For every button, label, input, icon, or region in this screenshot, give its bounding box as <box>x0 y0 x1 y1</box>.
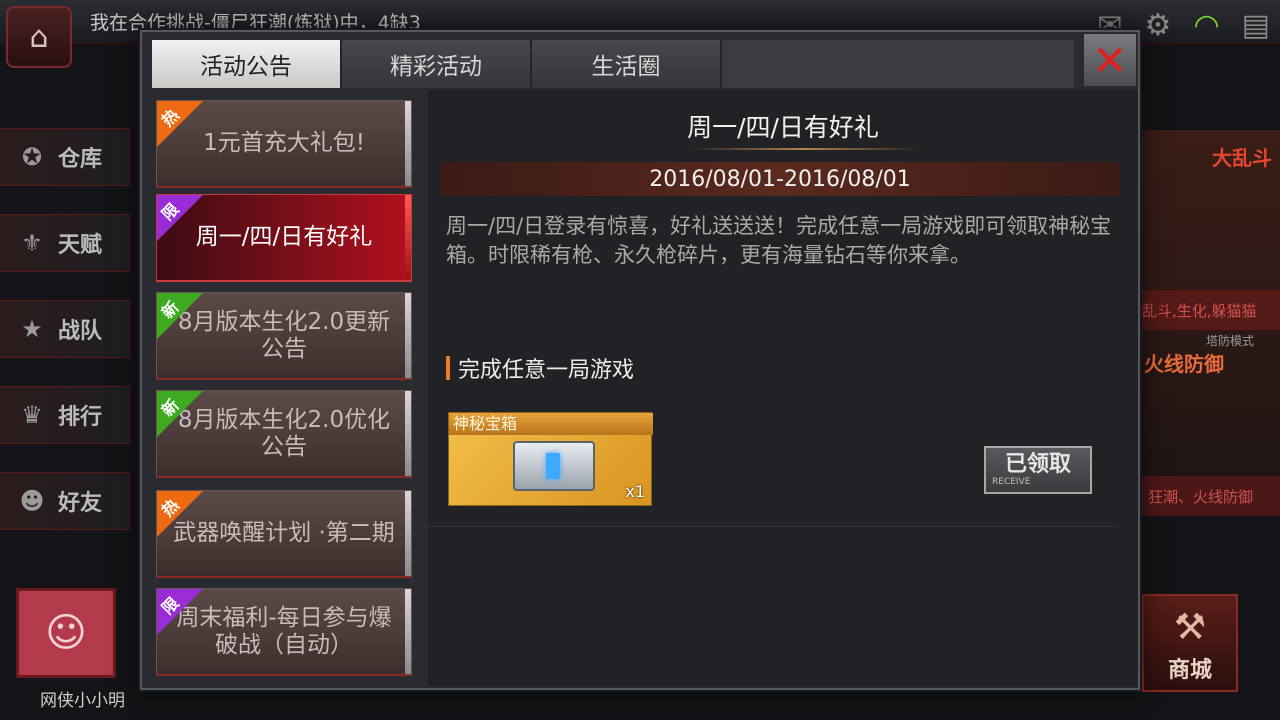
mode-caption-2: 狂潮、火线防御 <box>1148 488 1254 506</box>
list-item[interactable]: 热 武器唤醒计划 ·第二期 <box>156 490 412 578</box>
mode-title: 大乱斗 <box>1212 146 1272 170</box>
tab-bar: 活动公告 精彩活动 生活圈 <box>152 40 1074 88</box>
clan-star-icon: ★ <box>21 315 43 343</box>
reward-item[interactable]: 神秘宝箱 x1 <box>448 412 653 506</box>
tab-life-circle[interactable]: 生活圈 <box>532 40 722 88</box>
mode-panel[interactable]: 大乱斗 乱斗,生化,躲猫猫 塔防模式 火线防御 狂潮、火线防御 <box>1138 130 1280 516</box>
list-item[interactable]: 限 周一/四/日有好礼 <box>156 194 412 282</box>
detail-description: 周一/四/日登录有惊喜，好礼送送送！完成任意一局游戏即可领取神秘宝箱。时限稀有枪… <box>446 214 1112 267</box>
side-item-ranking[interactable]: ♛ 排行 <box>0 386 130 444</box>
side-item-warehouse[interactable]: ✪ 仓库 <box>0 128 130 186</box>
talent-icon: ⚜ <box>21 229 43 257</box>
side-item-label: 好友 <box>58 491 103 516</box>
received-sub: RECEIVE <box>992 477 1031 487</box>
side-item-talent[interactable]: ⚜ 天赋 <box>0 214 130 272</box>
side-menu: ✪ 仓库 ⚜ 天赋 ★ 战队 ♛ 排行 ☻ 好友 <box>0 128 130 558</box>
list-item-title: 1元首充大礼包! <box>203 130 365 156</box>
close-icon[interactable]: ✕ <box>1082 32 1138 88</box>
date-range: 2016/08/01-2016/08/01 <box>440 162 1120 196</box>
divider <box>428 526 1118 527</box>
shop-button[interactable]: ⚒ 商城 <box>1142 594 1238 692</box>
mystery-chest-icon <box>513 441 595 491</box>
task-label: 完成任意一局游戏 <box>458 358 635 383</box>
gear-icon[interactable]: ⚙ <box>1145 8 1172 43</box>
reward-qty: x1 <box>625 482 645 501</box>
task-header: 完成任意一局游戏 <box>446 352 634 384</box>
tab-announcements[interactable]: 活动公告 <box>152 40 342 88</box>
side-item-friends[interactable]: ☻ 好友 <box>0 472 130 530</box>
task-marker <box>446 356 450 380</box>
player-name: 网侠小小明 <box>40 691 125 711</box>
event-list: 热 1元首充大礼包! 限 周一/四/日有好礼 新 8月版本生化2.0更新公告 新… <box>156 100 418 680</box>
side-item-label: 仓库 <box>58 147 103 172</box>
list-item[interactable]: 新 8月版本生化2.0优化公告 <box>156 390 412 478</box>
shop-label: 商城 <box>1167 658 1212 683</box>
list-item[interactable]: 新 8月版本生化2.0更新公告 <box>156 292 412 380</box>
list-item-title: 8月版本生化2.0更新公告 <box>177 308 391 362</box>
home-icon[interactable]: ⌂ <box>6 6 72 68</box>
announcement-dialog: 活动公告 精彩活动 生活圈 ✕ 热 1元首充大礼包! 限 周一/四/日有好礼 新… <box>140 30 1140 690</box>
list-item-title: 8月版本生化2.0优化公告 <box>177 406 391 460</box>
list-item-title: 周末福利-每日参与爆破战（自动） <box>176 604 392 658</box>
title-underline <box>690 148 920 150</box>
chat-icon[interactable]: ▤ <box>1242 8 1270 43</box>
side-item-label: 战队 <box>58 319 103 344</box>
warehouse-icon: ✪ <box>21 143 43 171</box>
reward-name: 神秘宝箱 <box>449 413 653 435</box>
wifi-icon: ◠ <box>1193 8 1220 43</box>
received-label: 已领取 <box>1004 452 1071 477</box>
mode-sub: 塔防模式 <box>1206 334 1255 348</box>
list-item-title: 周一/四/日有好礼 <box>195 224 373 250</box>
hot-badge: 热 <box>157 101 203 147</box>
gun-icon: ⚒ <box>1173 607 1207 648</box>
avatar[interactable]: ☺ <box>16 588 116 678</box>
side-item-label: 天赋 <box>58 233 103 258</box>
trophy-icon: ♛ <box>21 401 43 429</box>
tab-events[interactable]: 精彩活动 <box>342 40 532 88</box>
detail-title: 周一/四/日有好礼 <box>687 113 879 142</box>
mode-caption: 乱斗,生化,躲猫猫 <box>1142 302 1257 320</box>
side-item-label: 排行 <box>58 405 103 430</box>
side-item-clan[interactable]: ★ 战队 <box>0 300 130 358</box>
list-item[interactable]: 热 1元首充大礼包! <box>156 100 412 188</box>
list-item-title: 武器唤醒计划 ·第二期 <box>173 520 395 546</box>
received-button[interactable]: 已领取 RECEIVE <box>984 446 1092 494</box>
mode-title-2: 火线防御 <box>1144 352 1224 376</box>
friends-icon: ☻ <box>19 487 45 515</box>
list-item[interactable]: 限 周末福利-每日参与爆破战（自动） <box>156 588 412 676</box>
event-detail: 周一/四/日有好礼 2016/08/01-2016/08/01 周一/四/日登录… <box>428 90 1138 686</box>
